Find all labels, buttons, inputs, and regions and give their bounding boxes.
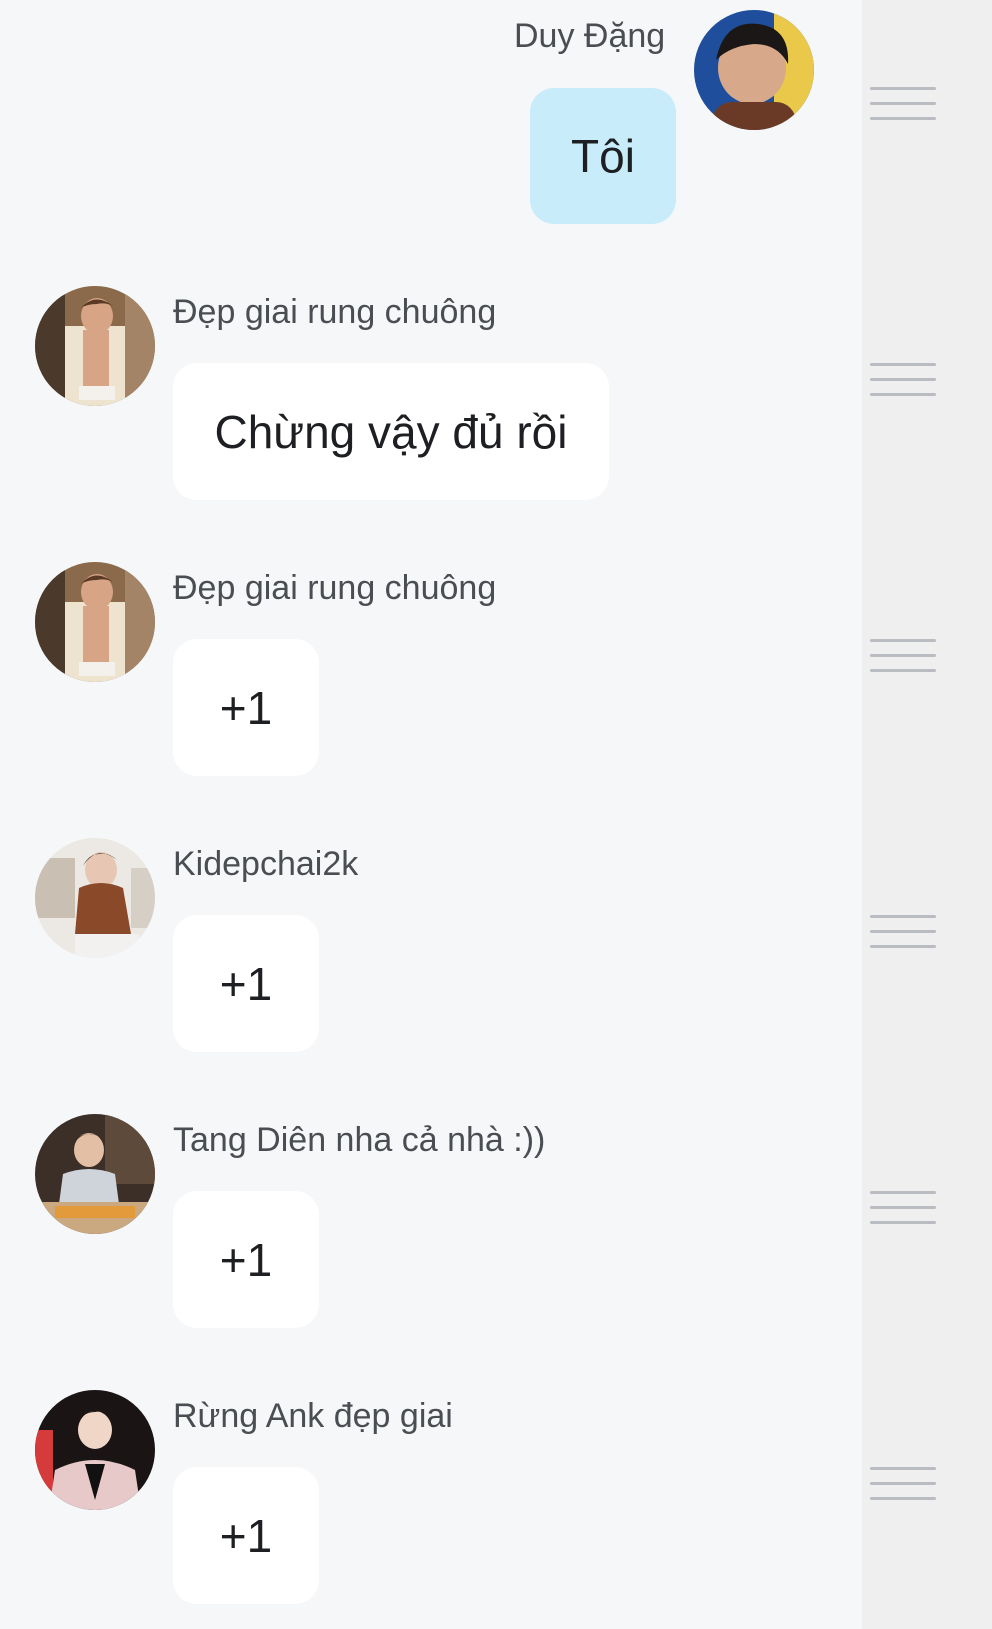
avatar[interactable]: [35, 1114, 155, 1234]
drag-handle-icon[interactable]: [870, 87, 936, 121]
sender-name: Kidepchai2k: [173, 845, 359, 883]
avatar[interactable]: [35, 838, 155, 958]
sender-name: Đẹp giai rung chuông: [173, 569, 497, 607]
message-bubble[interactable]: +1: [173, 915, 319, 1052]
drag-handle-icon[interactable]: [870, 1467, 936, 1501]
reorder-rail: [862, 0, 992, 1629]
drag-handle-icon[interactable]: [870, 363, 936, 397]
sender-name: Tang Diên nha cả nhà :)): [173, 1121, 546, 1159]
message-bubble[interactable]: Tôi: [530, 88, 676, 224]
message-bubble[interactable]: +1: [173, 1467, 319, 1604]
message-bubble[interactable]: +1: [173, 639, 319, 776]
sender-name: Đẹp giai rung chuông: [173, 293, 497, 331]
sender-name: Duy Đặng: [514, 17, 666, 55]
drag-handle-icon[interactable]: [870, 639, 936, 673]
sender-name: Rừng Ank đẹp giai: [173, 1397, 453, 1435]
drag-handle-icon[interactable]: [870, 915, 936, 949]
avatar[interactable]: [694, 10, 814, 130]
message-list[interactable]: [0, 0, 862, 1629]
avatar[interactable]: [35, 1390, 155, 1510]
avatar[interactable]: [35, 286, 155, 406]
message-bubble[interactable]: +1: [173, 1191, 319, 1328]
message-bubble[interactable]: Chừng vậy đủ rồi: [173, 363, 609, 500]
drag-handle-icon[interactable]: [870, 1191, 936, 1225]
avatar[interactable]: [35, 562, 155, 682]
